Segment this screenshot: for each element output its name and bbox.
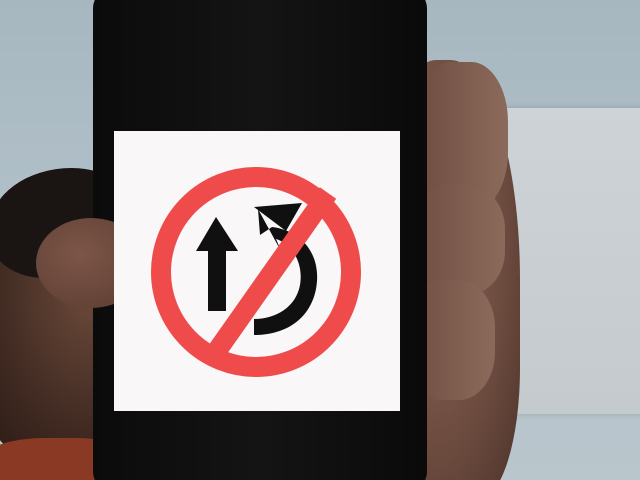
no-straight-or-u-turn-sign-icon (151, 167, 361, 377)
straight-arrow-icon (196, 217, 238, 311)
photo-scene (0, 0, 640, 480)
phone-screen (114, 131, 400, 411)
